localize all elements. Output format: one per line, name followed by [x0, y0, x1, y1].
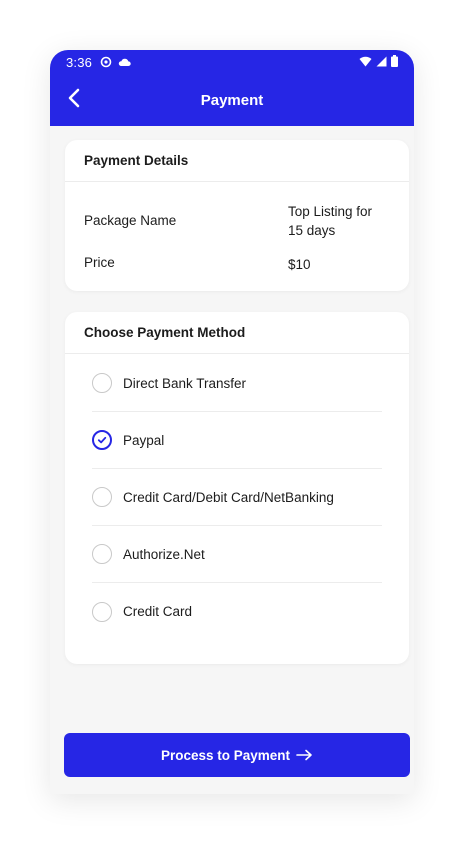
payment-option-label: Credit Card/Debit Card/NetBanking	[123, 489, 334, 505]
payment-option-label: Paypal	[123, 432, 165, 448]
payment-option-card-netbanking[interactable]: Credit Card/Debit Card/NetBanking	[92, 469, 382, 526]
package-label: Package Name	[84, 213, 177, 228]
battery-icon	[391, 54, 398, 70]
page-title: Payment	[200, 91, 264, 109]
radio-button[interactable]	[92, 601, 112, 622]
package-value: Top Listing for 15 days	[288, 202, 400, 240]
radio-button[interactable]	[92, 487, 112, 507]
process-payment-button[interactable]: Process to Payment	[64, 733, 410, 777]
app-header: 3:36 Payment	[50, 50, 414, 126]
chevron-left-icon	[67, 88, 81, 113]
sync-icon	[100, 56, 112, 68]
title-bar: Payment	[50, 78, 414, 122]
radio-button[interactable]	[92, 544, 112, 564]
payment-option-direct-bank-transfer[interactable]: Direct Bank Transfer	[92, 355, 382, 412]
payment-method-title: Choose Payment Method	[65, 312, 409, 354]
arrow-right-icon	[296, 749, 313, 761]
payment-details-card: Payment Details Package Name Top Listing…	[65, 140, 409, 291]
payment-option-label: Authorize.Net	[123, 546, 205, 562]
payment-method-list: Direct Bank Transfer Paypal Credit Card/…	[92, 355, 382, 640]
payment-option-label: Credit Card	[123, 604, 193, 619]
status-time: 3:36	[66, 54, 93, 70]
package-row: Package Name Top Listing for 15 days	[84, 202, 393, 242]
price-row: Price $10	[84, 255, 393, 275]
radio-button-checked[interactable]	[92, 430, 112, 450]
check-icon	[97, 433, 107, 448]
phone-frame: 3:36 Payment Payment Details Package Nam…	[50, 50, 414, 794]
package-value-line1: Top Listing for	[288, 204, 373, 219]
payment-option-credit-card[interactable]: Credit Card	[92, 583, 382, 640]
cloud-icon	[118, 57, 131, 67]
payment-details-title: Payment Details	[65, 140, 409, 182]
payment-method-card: Choose Payment Method Direct Bank Transf…	[65, 312, 409, 664]
payment-option-label: Direct Bank Transfer	[123, 375, 247, 391]
signal-icon	[376, 55, 387, 70]
price-label: Price	[84, 255, 115, 270]
radio-button[interactable]	[92, 373, 112, 393]
package-value-line2: 15 days	[288, 223, 336, 238]
wifi-icon	[359, 55, 372, 70]
payment-option-paypal[interactable]: Paypal	[92, 412, 382, 469]
price-value: $10	[288, 257, 311, 272]
process-payment-label: Process to Payment	[160, 747, 291, 763]
back-button[interactable]	[60, 86, 88, 114]
status-bar: 3:36	[50, 50, 414, 74]
payment-option-authorize-net[interactable]: Authorize.Net	[92, 526, 382, 583]
